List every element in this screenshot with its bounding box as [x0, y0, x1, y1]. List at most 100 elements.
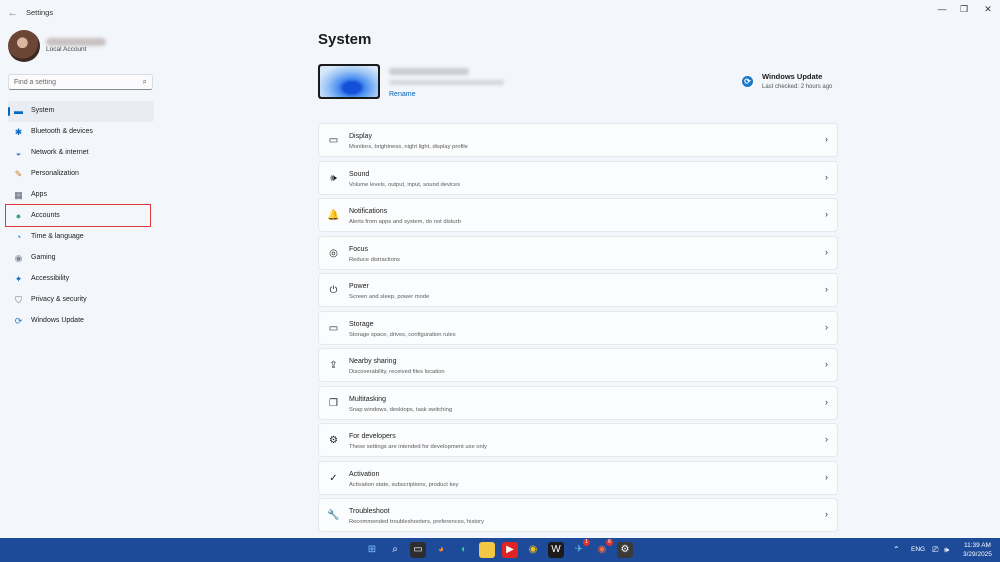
device-model-redacted [389, 80, 504, 85]
sidebar-item-privacy-security[interactable]: ⛉ Privacy & security [8, 290, 154, 311]
chevron-right-icon: › [825, 284, 828, 294]
multitask-icon: ❐ [329, 397, 338, 409]
setting-description: Monitors, brightness, night light, displ… [349, 144, 468, 150]
accessibility-icon: ✦ [14, 274, 23, 284]
setting-card-activation[interactable]: ✓ Activation Activation state, subscriptio… [318, 460, 838, 495]
youtube-icon[interactable]: ▶ [502, 542, 518, 558]
volume-icon[interactable]: 🕪 [944, 545, 949, 562]
sidebar-item-network-internet[interactable]: ◒ Network & internet [8, 143, 154, 164]
setting-card-troubleshoot[interactable]: 🔧 Troubleshoot Recommended troubleshooters… [318, 498, 838, 532]
focus-icon: ◎ [329, 247, 338, 259]
sidebar-item-label: Time & language [31, 233, 84, 240]
sidebar-item-apps[interactable]: ▦ Apps [8, 185, 154, 206]
minimize-button[interactable]: — [931, 2, 953, 16]
close-button[interactable]: ✕ [977, 2, 999, 16]
setting-description: Volume levels, output, input, sound devi… [349, 181, 461, 188]
setting-description: Reduce distractions [349, 256, 400, 263]
setting-description: Recommended troubleshooters, preferences… [349, 519, 485, 525]
sidebar-item-label: Apps [31, 191, 47, 198]
sidebar-item-personalization[interactable]: ✎ Personalization [8, 164, 154, 185]
sidebar-item-label: Bluetooth & devices [31, 128, 93, 135]
language-indicator[interactable]: ENG [911, 546, 925, 562]
edge-icon[interactable]: ◐ [456, 542, 472, 558]
sidebar-item-windows-update[interactable]: ⟳ Windows Update [8, 311, 154, 332]
setting-card-power[interactable]: ⏻ Power Screen and sleep, power mode › [318, 273, 838, 307]
setting-card-storage[interactable]: ▭ Storage Storage space, drives, configura… [318, 310, 838, 345]
settings-gear-glyph: ⚙ [620, 544, 630, 555]
chevron-right-icon: › [825, 246, 828, 257]
notification-badge: 1 [583, 539, 590, 546]
start-icon[interactable]: ⊞ [364, 542, 380, 558]
chrome-glyph: ◉ [528, 544, 538, 555]
telegram-icon[interactable]: ✈ 1 [571, 539, 590, 558]
clock-time: 11:39 AM [963, 542, 991, 549]
sidebar-item-accessibility[interactable]: ✦ Accessibility [8, 269, 154, 290]
chevron-right-icon: › [825, 434, 828, 444]
setting-title: Storage [349, 320, 374, 328]
setting-card-nearby-sharing[interactable]: ⇪ Nearby sharing Discoverability, received… [318, 348, 838, 382]
monitor-icon: ▭ [328, 135, 339, 146]
rename-link[interactable]: Rename [389, 91, 415, 98]
search-icon[interactable]: ⌕ [387, 542, 403, 558]
chevron-right-icon: › [825, 509, 828, 519]
word-icon[interactable]: W [548, 542, 564, 558]
sidebar-item-time-language[interactable]: ◔ Time & language [8, 227, 154, 248]
display-icon: ▬ [14, 106, 23, 116]
file-explorer-glyph: ▭ [413, 544, 423, 555]
page-title: System [318, 31, 372, 48]
setting-card-multitasking[interactable]: ❐ Multitasking Snap windows, desktops, tas… [318, 385, 838, 420]
sidebar-item-system[interactable]: ▬ System [8, 101, 154, 122]
firefox-glyph: ◕ [437, 544, 445, 555]
setting-title: Sound [349, 170, 370, 178]
sidebar-item-bluetooth-devices[interactable]: ✱ Bluetooth & devices [8, 122, 154, 143]
chrome-profile-glyph: ◉ [597, 544, 607, 555]
chrome-profile-icon[interactable]: ◉ 6 [594, 539, 613, 558]
setting-description: Discoverability, received files location [349, 369, 445, 375]
wifi-icon: ◒ [15, 148, 22, 158]
bell-icon: 🔔 [327, 210, 340, 221]
settings-gear-icon[interactable]: ⚙ [617, 542, 633, 558]
chevron-right-icon: › [825, 359, 828, 369]
bluetooth-icon: ✱ [14, 127, 23, 137]
setting-card-display[interactable]: ▭ Display Monitors, brightness, night ligh… [318, 123, 838, 157]
avatar[interactable] [8, 30, 40, 62]
search-icon[interactable]: ⌕ [143, 77, 147, 87]
setting-card-focus[interactable]: ◎ Focus Reduce distractions › [318, 235, 838, 270]
windows-update-title[interactable]: Windows Update [762, 72, 822, 81]
firefox-icon[interactable]: ◕ [433, 542, 449, 558]
word-glyph: W [551, 544, 561, 555]
back-arrow-icon[interactable]: ← [6, 6, 20, 20]
network-icon[interactable]: ⎚ [932, 545, 938, 562]
profile-name-redacted [46, 38, 106, 46]
setting-description: Storage space, drives, configuration rul… [349, 331, 456, 338]
user-profile[interactable]: Local Account [8, 30, 158, 62]
setting-card-sound[interactable]: 🕪 Sound Volume levels, output, input, soun… [318, 160, 838, 195]
wrench-icon: 🔧 [327, 510, 340, 521]
search-box[interactable]: ⌕ [8, 74, 153, 90]
show-hidden-icons-chevron-icon[interactable]: ⌃ [893, 545, 900, 562]
telegram-glyph: ✈ [574, 544, 584, 555]
sidebar-item-gaming[interactable]: ◉ Gaming [8, 248, 154, 269]
apps-icon: ▦ [14, 190, 23, 200]
brush-icon: ✎ [14, 169, 23, 179]
device-name-redacted [389, 68, 469, 75]
folder-glyph: ▬ [482, 544, 492, 555]
notification-badge: 6 [606, 539, 613, 546]
file-explorer-icon[interactable]: ▭ [410, 542, 426, 558]
setting-title: Nearby sharing [349, 358, 397, 365]
folder-icon[interactable]: ▬ [479, 542, 495, 558]
chrome-icon[interactable]: ◉ [525, 542, 541, 558]
setting-card-for-developers[interactable]: ⚙ For developers These settings are intend… [318, 423, 838, 457]
clock[interactable]: 11:39 AM 3/29/2025 [963, 541, 992, 562]
wallpaper-preview [320, 66, 378, 97]
sidebar-item-label: System [31, 107, 55, 114]
chevron-right-icon: › [825, 471, 828, 482]
windows-update-icon[interactable]: ⟳ [742, 76, 753, 87]
setting-title: For developers [349, 433, 396, 440]
maximize-button[interactable]: ❐ [953, 2, 975, 16]
app-title: Settings [26, 8, 54, 17]
search-input[interactable] [14, 77, 134, 88]
share-icon: ⇪ [329, 360, 338, 371]
accounts-highlight-box [5, 204, 151, 227]
setting-card-notifications[interactable]: 🔔 Notifications Alerts from apps and syste… [318, 198, 838, 232]
